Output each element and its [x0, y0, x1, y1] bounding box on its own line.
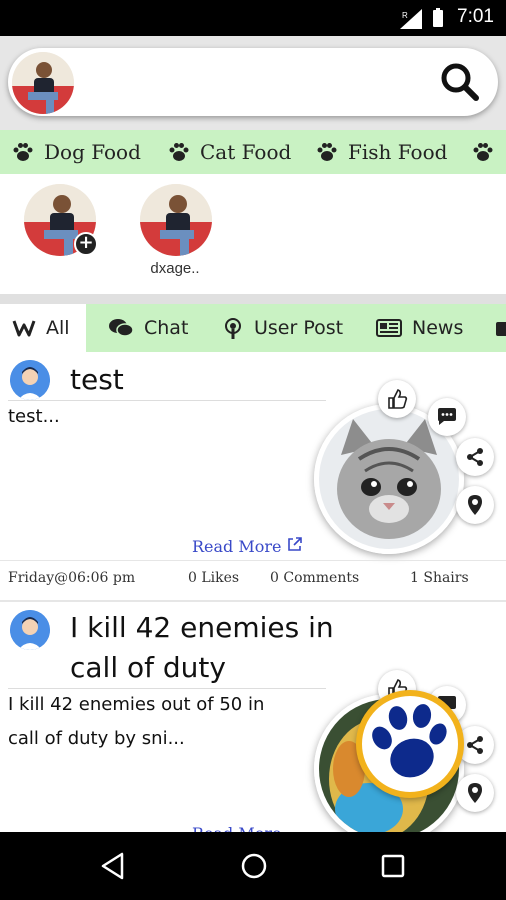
- post-body-line1: I kill 42 enemies out of 50 in: [8, 694, 265, 715]
- header: [0, 36, 506, 130]
- recents-icon[interactable]: [380, 853, 406, 879]
- tab-label: News: [412, 317, 464, 339]
- search-bar[interactable]: [8, 48, 498, 116]
- home-icon[interactable]: [240, 852, 268, 880]
- comment-icon: [438, 408, 456, 425]
- post-card[interactable]: test test... Read More Friday@06:06 pm 0…: [0, 352, 506, 600]
- more-tab-icon: [496, 322, 506, 336]
- category-label: Cat Food: [200, 140, 292, 164]
- profile-avatar[interactable]: [12, 52, 74, 114]
- tab-label: User Post: [254, 317, 344, 339]
- read-more-link[interactable]: Read More: [192, 824, 282, 832]
- category-dog-food[interactable]: Dog Food: [12, 130, 141, 174]
- tab-label: Chat: [144, 317, 189, 339]
- tab-label: All: [46, 317, 70, 339]
- status-time: 7:01: [457, 6, 494, 27]
- divider: [0, 560, 506, 561]
- read-more-label: Read More: [192, 537, 282, 556]
- read-more-link[interactable]: Read More: [192, 536, 303, 556]
- tab-more[interactable]: [496, 304, 506, 352]
- post-date: Friday@06:06 pm: [8, 570, 136, 586]
- post-comments-count[interactable]: 0 Comments: [270, 570, 359, 586]
- podcast-icon: [225, 318, 241, 339]
- story-username: dxage..: [150, 260, 200, 277]
- category-fish-food[interactable]: Fish Food: [316, 130, 447, 174]
- all-icon: [12, 320, 36, 337]
- location-button[interactable]: [456, 486, 494, 524]
- category-cat-food[interactable]: Cat Food: [168, 130, 291, 174]
- back-icon[interactable]: [100, 852, 126, 880]
- stories-row: + dxage..: [0, 174, 506, 294]
- post-shares-count[interactable]: 1 Shairs: [410, 570, 469, 586]
- post-title-line2: call of duty: [70, 651, 226, 684]
- person-photo-icon: [140, 184, 212, 256]
- location-pin-icon: [468, 495, 482, 515]
- paw-floating-button[interactable]: [356, 690, 464, 798]
- post-title: test: [70, 363, 124, 396]
- signal-icon: R: [400, 9, 422, 29]
- like-button[interactable]: [378, 380, 416, 418]
- user-avatar-icon[interactable]: [10, 610, 50, 650]
- share-icon: [467, 448, 483, 466]
- share-icon: [467, 736, 483, 754]
- category-label: Dog Food: [44, 140, 141, 164]
- tab-chat[interactable]: Chat: [108, 304, 188, 352]
- tab-user-post[interactable]: User Post: [222, 304, 343, 352]
- read-more-label: Read More: [192, 824, 282, 832]
- paw-icon: [317, 143, 337, 161]
- add-story-icon[interactable]: +: [74, 232, 98, 256]
- category-more[interactable]: [472, 130, 504, 174]
- divider: [0, 294, 506, 304]
- paw-icon: [169, 143, 189, 161]
- post-likes-count[interactable]: 0 Likes: [188, 570, 239, 586]
- comment-button[interactable]: [428, 398, 466, 436]
- battery-icon: [433, 8, 443, 27]
- story-item[interactable]: [140, 184, 212, 256]
- category-strip: Dog Food Cat Food Fish Food: [0, 130, 506, 174]
- post-body-line2: call of duty by sni...: [8, 728, 185, 749]
- feed-tabs: All Chat User Post News: [0, 304, 506, 352]
- chat-bubbles-icon: [109, 319, 134, 337]
- paw-icon: [13, 143, 33, 161]
- svg-text:R: R: [402, 11, 408, 20]
- paw-icon: [473, 143, 493, 161]
- user-avatar-icon[interactable]: [10, 360, 50, 400]
- newspaper-icon: [376, 319, 402, 337]
- external-link-icon: [287, 537, 302, 551]
- post-title-line1: I kill 42 enemies in: [70, 611, 334, 644]
- thumbs-up-icon: [388, 389, 408, 409]
- tab-news[interactable]: News: [376, 304, 463, 352]
- person-photo-icon: [12, 52, 74, 114]
- share-button[interactable]: [456, 438, 494, 476]
- navigation-bar: [0, 832, 506, 900]
- paw-icon: [372, 704, 447, 778]
- post-body: test...: [8, 406, 60, 427]
- location-pin-icon: [468, 783, 482, 803]
- category-label: Fish Food: [348, 140, 448, 164]
- tab-all[interactable]: All: [0, 304, 86, 352]
- search-icon[interactable]: [440, 62, 480, 102]
- status-bar: R 7:01: [0, 0, 506, 36]
- location-button[interactable]: [456, 774, 494, 812]
